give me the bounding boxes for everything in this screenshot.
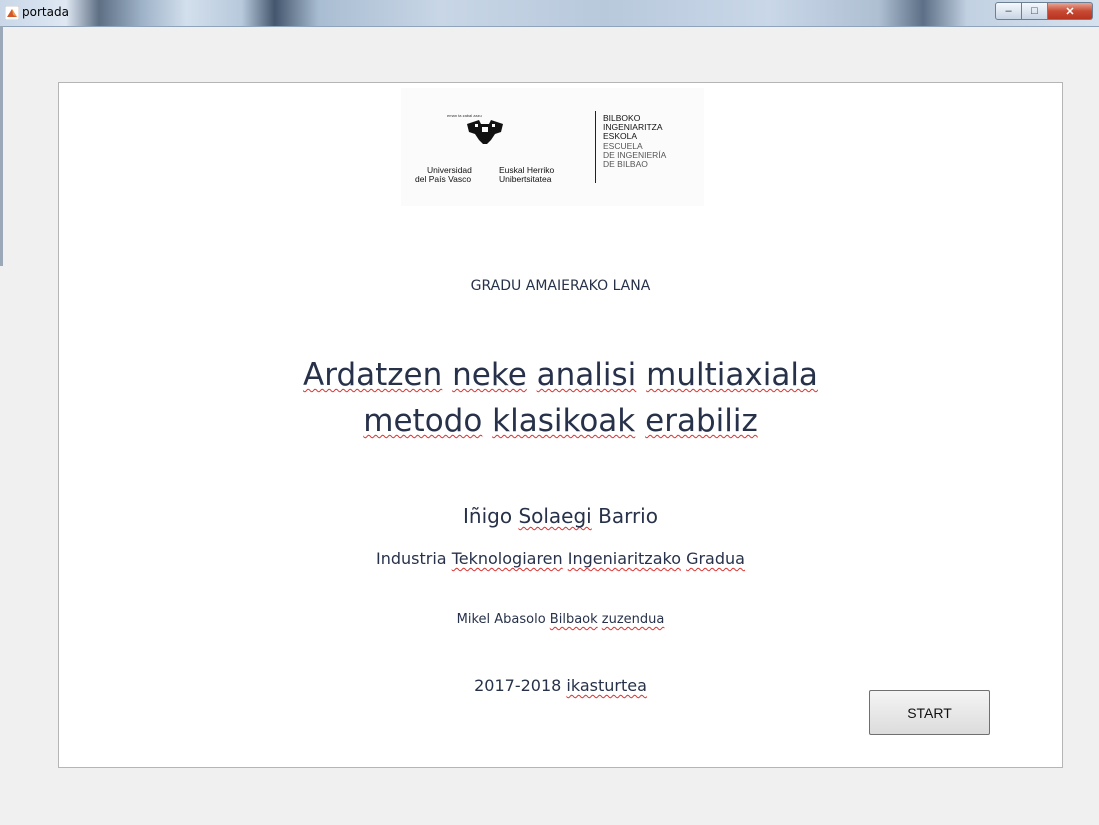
thesis-title-line-1: Ardatzen neke analisi multiaxiala	[59, 355, 1062, 395]
window-titlebar[interactable]: portada – □ ✕	[0, 0, 1099, 27]
degree-word: Ingeniaritzako	[567, 549, 681, 568]
degree-name: Industria Teknologiaren Ingeniaritzako G…	[59, 549, 1062, 568]
minimize-button[interactable]: –	[995, 2, 1022, 20]
logo-divider	[595, 111, 596, 183]
logo-university-es-2: del País Vasco	[415, 174, 472, 184]
logo-school-eu-3: ESKOLA	[603, 131, 638, 141]
title-word: klasikoak	[492, 403, 636, 439]
author-middle: Solaegi	[518, 504, 592, 528]
director-word: zuzendua	[601, 612, 665, 627]
window-controls: – □ ✕	[995, 2, 1093, 21]
title-word: multiaxiala	[646, 357, 818, 393]
maximize-icon: □	[1031, 5, 1038, 17]
thesis-title-line-2: metodo klasikoak erabiliz	[59, 401, 1062, 441]
cover-panel: eman ta zabal zazu Universidad del País …	[58, 82, 1063, 768]
degree-word: Teknologiaren	[451, 549, 563, 568]
university-logo: eman ta zabal zazu Universidad del País …	[401, 88, 704, 206]
maximize-button[interactable]: □	[1022, 2, 1048, 20]
university-emblem-icon	[467, 120, 503, 144]
director-line: Mikel Abasolo Bilbaok zuzendua	[59, 612, 1062, 627]
degree-word: Gradua	[686, 549, 745, 568]
title-word: neke	[452, 357, 527, 393]
document-type: GRADU AMAIERAKO LANA	[470, 278, 651, 294]
year-range: 2017-2018	[474, 676, 562, 695]
director-name: Mikel Abasolo	[456, 612, 546, 627]
title-word: analisi	[536, 357, 637, 393]
logo-school-es-3: DE BILBAO	[603, 159, 648, 169]
author-name: Iñigo Solaegi Barrio	[59, 504, 1062, 528]
window-title: portada	[22, 5, 69, 19]
author-last: Barrio	[598, 504, 658, 528]
author-first: Iñigo	[463, 504, 513, 528]
window-left-edge	[0, 26, 3, 266]
year-word: ikasturtea	[566, 676, 647, 695]
degree-word: Industria	[376, 549, 447, 568]
matlab-icon	[5, 6, 19, 20]
title-word: Ardatzen	[303, 357, 443, 393]
close-icon: ✕	[1065, 5, 1075, 18]
minimize-icon: –	[1005, 5, 1012, 17]
logo-university-eu-2: Unibertsitatea	[499, 174, 552, 184]
title-word: metodo	[363, 403, 483, 439]
close-button[interactable]: ✕	[1048, 2, 1093, 20]
director-word: Bilbaok	[549, 612, 598, 627]
start-button[interactable]: START	[869, 690, 990, 735]
title-word: erabiliz	[645, 403, 758, 439]
